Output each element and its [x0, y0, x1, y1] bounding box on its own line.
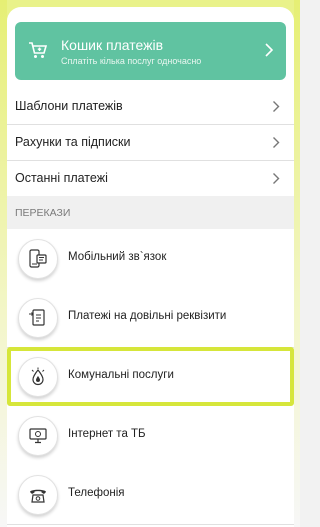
telephone-icon: [30, 489, 46, 503]
service-utilities[interactable]: Комунальні послуги: [7, 347, 294, 406]
service-icon-circle: [18, 475, 58, 515]
cart-title: Кошик платежів: [61, 37, 164, 53]
frame-left: [0, 0, 7, 527]
section-header-transfers: ПЕРЕКАЗИ: [7, 196, 294, 229]
computer-icon: [29, 428, 47, 444]
service-internet-tv[interactable]: Інтернет та ТБ: [7, 406, 294, 466]
menu-item-bills-subscriptions[interactable]: Рахунки та підписки: [7, 124, 294, 161]
cart-subtitle: Сплатіть кілька послуг одночасно: [61, 56, 202, 66]
service-label: Інтернет та ТБ: [68, 428, 146, 440]
payment-cart-button[interactable]: Кошик платежів Сплатіть кілька послуг од…: [15, 22, 286, 80]
service-icon-circle: [18, 357, 58, 397]
menu-item-templates[interactable]: Шаблони платежів: [7, 88, 294, 125]
chevron-right-icon: [265, 43, 274, 57]
service-icon-circle: [18, 239, 58, 279]
service-icon-circle: [18, 298, 58, 338]
service-mobile[interactable]: Мобільний зв`язок: [7, 229, 294, 289]
payments-screen: Кошик платежів Сплатіть кілька послуг од…: [7, 7, 294, 527]
document-icon: [29, 309, 45, 326]
service-icon-circle: [18, 416, 58, 456]
menu-item-label: Останні платежі: [15, 171, 108, 185]
frame-right: [294, 0, 300, 527]
section-title: ПЕРЕКАЗИ: [15, 207, 71, 219]
service-telephony[interactable]: Телефонія: [7, 465, 294, 525]
menu-item-label: Рахунки та підписки: [15, 135, 131, 149]
chevron-right-icon: [273, 173, 280, 184]
cart-icon: [29, 42, 48, 58]
service-label: Платежі на довільні реквізити: [68, 310, 227, 322]
chevron-right-icon: [273, 101, 280, 112]
mobile-phone-icon: [29, 249, 47, 268]
menu-item-label: Шаблони платежів: [15, 99, 123, 113]
service-label: Мобільний зв`язок: [68, 251, 167, 263]
service-custom-details[interactable]: Платежі на довільні реквізити: [7, 288, 294, 348]
utilities-icon: [31, 367, 45, 386]
menu-item-recent-payments[interactable]: Останні платежі: [7, 160, 294, 197]
service-label: Телефонія: [68, 487, 125, 499]
chevron-right-icon: [273, 137, 280, 148]
service-label: Комунальні послуги: [68, 369, 174, 381]
